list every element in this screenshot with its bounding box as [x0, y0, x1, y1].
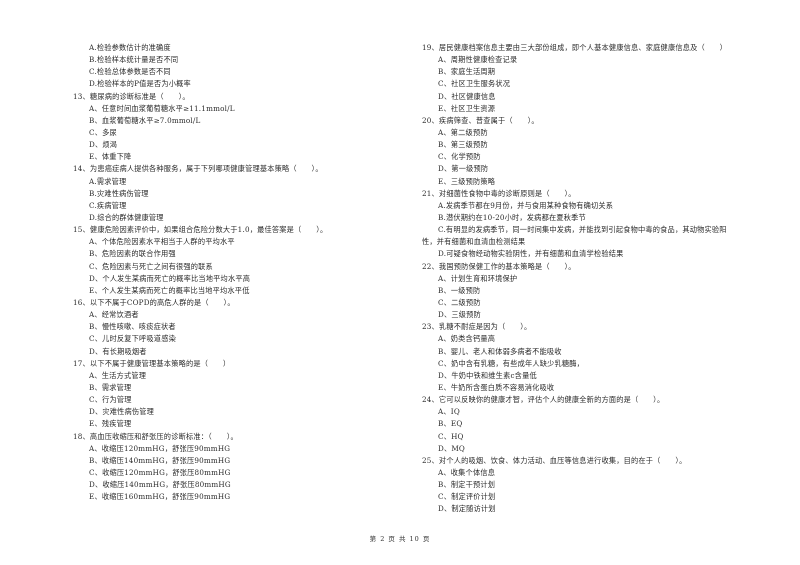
- answer-option: B、危险因素的联合作用强: [89, 249, 176, 259]
- answer-option: C、多尿: [89, 127, 117, 137]
- question-stem: 23、乳糖不耐症是因为（ ）。: [422, 322, 532, 332]
- answer-option: B、一级预防: [438, 285, 481, 295]
- answer-option: C.疾病管理: [89, 200, 127, 210]
- question-stem: 13、糖尿病的诊断标准是（ ）。: [73, 91, 190, 101]
- question-stem: 22、我国预防保健工作的基本策略是（ ）。: [422, 261, 576, 271]
- answer-option: C、儿时反复下呼吸道感染: [89, 334, 176, 344]
- answer-option: D、烦渴: [89, 140, 118, 150]
- answer-option: B、收缩压140mmHG，舒张压90mmHG: [89, 455, 231, 465]
- answer-option: E、残疾管理: [89, 419, 132, 429]
- left-column: A.检验参数估计的准确度 B.检验样本统计量是否不同 C.检验总体参数是否不同 D.检…: [73, 42, 403, 503]
- answer-option: C、社区卫生服务状况: [438, 79, 511, 89]
- answer-option: C、收缩压120mmHG，舒张压80mmHG: [89, 467, 231, 477]
- answer-option: C、危险因素与死亡之间有很强的联系: [89, 261, 213, 271]
- answer-option: B、需求管理: [89, 382, 132, 392]
- answer-option: C.有明显的发病季节，同一时间集中发病，并能找到引起食物中毒的食品，其动物实验阳: [438, 225, 727, 235]
- answer-option: D、有长期吸烟者: [89, 346, 147, 356]
- answer-option: C、化学预防: [438, 152, 481, 162]
- answer-option: C、HQ: [438, 431, 464, 441]
- answer-option: C、行为管理: [89, 395, 132, 405]
- right-column: 19、居民健康档案信息主要由三大部份组成，即个人基本健康信息、家庭健康信息及（ …: [422, 42, 772, 515]
- answer-option: A、奶类含钙量高: [438, 334, 496, 344]
- question-stem: 20、疾病筛查、普查属于（ ）。: [422, 115, 539, 125]
- answer-option: D、第一级预防: [438, 164, 489, 174]
- answer-option: C、制定评价计划: [438, 492, 496, 502]
- answer-option: B、慢性咳嗽、咳痰症状者: [89, 322, 176, 332]
- answer-option: C、二级预防: [438, 297, 481, 307]
- question-stem: 25、对个人的吸烟、饮食、体力活动、血压等信息进行收集，目的在于（ ）。: [422, 455, 687, 465]
- answer-option: D、牛奶中铁和维生素c含量低: [438, 370, 537, 380]
- answer-option: B、EQ: [438, 419, 463, 429]
- answer-option: A、收缩压120mmHG，舒张压90mmHG: [89, 443, 231, 453]
- answer-option: B、家庭生活周期: [438, 67, 496, 77]
- page-footer: 第 2 页 共 10 页: [369, 535, 431, 543]
- answer-option: A、周期性健康检查记录: [438, 55, 518, 65]
- answer-option: D.检验样本的P值是否为小概率: [89, 79, 191, 89]
- answer-option: D、三级预防: [438, 310, 481, 320]
- answer-option: E、三级预防策略: [438, 176, 496, 186]
- answer-option: C、奶中含有乳糖，有些成年人缺少乳糖酶，: [438, 358, 585, 368]
- answer-option: D.可疑食物经动物实验阴性，并有细菌和血清学检验结果: [438, 249, 624, 259]
- answer-option: D、收缩压140mmHG，舒张压80mmHG: [89, 480, 231, 490]
- answer-option: D、个人发生某病而死亡的概率比当地平均水平高: [89, 273, 251, 283]
- answer-option: B.灾难性病伤管理: [89, 188, 149, 198]
- text-continuation: 性，并有细菌和血清血检测结果: [422, 237, 526, 247]
- answer-option: A、第二级预防: [438, 127, 488, 137]
- answer-option: A、计划生育和环境保护: [438, 273, 518, 283]
- answer-option: E、社区卫生资源: [438, 103, 496, 113]
- answer-option: E、个人发生某病而死亡的概率比当地平均水平低: [89, 285, 250, 295]
- answer-option: B、制定干预计划: [438, 480, 496, 490]
- answer-option: E、体重下降: [89, 152, 132, 162]
- answer-option: A.检验参数估计的准确度: [89, 43, 171, 52]
- answer-option: D.综合的群体健康管理: [89, 212, 164, 222]
- answer-option: B、婴儿、老人和体弱多病者不能吸收: [438, 346, 562, 356]
- answer-option: A、IQ: [438, 407, 460, 417]
- answer-option: B、第三级预防: [438, 140, 488, 150]
- answer-option: C.检验总体参数是否不同: [89, 67, 171, 77]
- answer-option: A.需求管理: [89, 176, 127, 186]
- question-stem: 17、以下不属于健康管理基本策略的是（ ）: [73, 358, 231, 368]
- answer-option: D、灾难性病伤管理: [89, 407, 155, 417]
- question-stem: 15、健康危险因素评价中，如果组合危险分数大于1.0，最佳答案是（ ）。: [73, 225, 328, 235]
- question-stem: 19、居民健康档案信息主要由三大部份组成，即个人基本健康信息、家庭健康信息及（ …: [422, 43, 728, 52]
- answer-option: A、个体危险因素水平相当于人群的平均水平: [89, 237, 235, 247]
- answer-option: B.潜伏期约在10-20小时，发病都在夏秋季节: [438, 212, 586, 222]
- question-stem: 24、它可以反映你的健康才智，评估个人的健康全新的方面的是（ ）。: [422, 395, 665, 405]
- answer-option: D、社区健康信息: [438, 91, 496, 101]
- answer-option: A、任意时间血浆葡萄糖水平≥11.1mmol/L: [89, 103, 235, 113]
- answer-option: D、制定随访计划: [438, 504, 496, 514]
- answer-option: E、牛奶所含蛋白质不容易消化吸收: [438, 382, 555, 392]
- question-stem: 18、高血压收缩压和舒张压的诊断标准：（ ）。: [73, 431, 238, 441]
- question-stem: 21、对细菌性食物中毒的诊断原则是（ ）。: [422, 188, 576, 198]
- answer-option: B.检验样本统计量是否不同: [89, 55, 179, 65]
- answer-option: A.发病季节都在9月份，并与食用某种食物有确切关系: [438, 200, 614, 210]
- answer-option: A、收集个体信息: [438, 467, 496, 477]
- answer-option: D、MQ: [438, 443, 466, 453]
- answer-option: A、经常饮酒者: [89, 310, 139, 320]
- answer-option: B、血浆葡萄糖水平≥7.0mmol/L: [89, 115, 201, 125]
- answer-option: E、收缩压160mmHG，舒张压90mmHG: [89, 492, 231, 502]
- question-stem: 14、为患癌症病人提供各种服务，属于下列哪项健康管理基本策略（ ）。: [73, 164, 323, 174]
- question-stem: 16、以下不属于COPD的高危人群的是（ ）。: [73, 297, 235, 307]
- answer-option: A、生活方式管理: [89, 370, 147, 380]
